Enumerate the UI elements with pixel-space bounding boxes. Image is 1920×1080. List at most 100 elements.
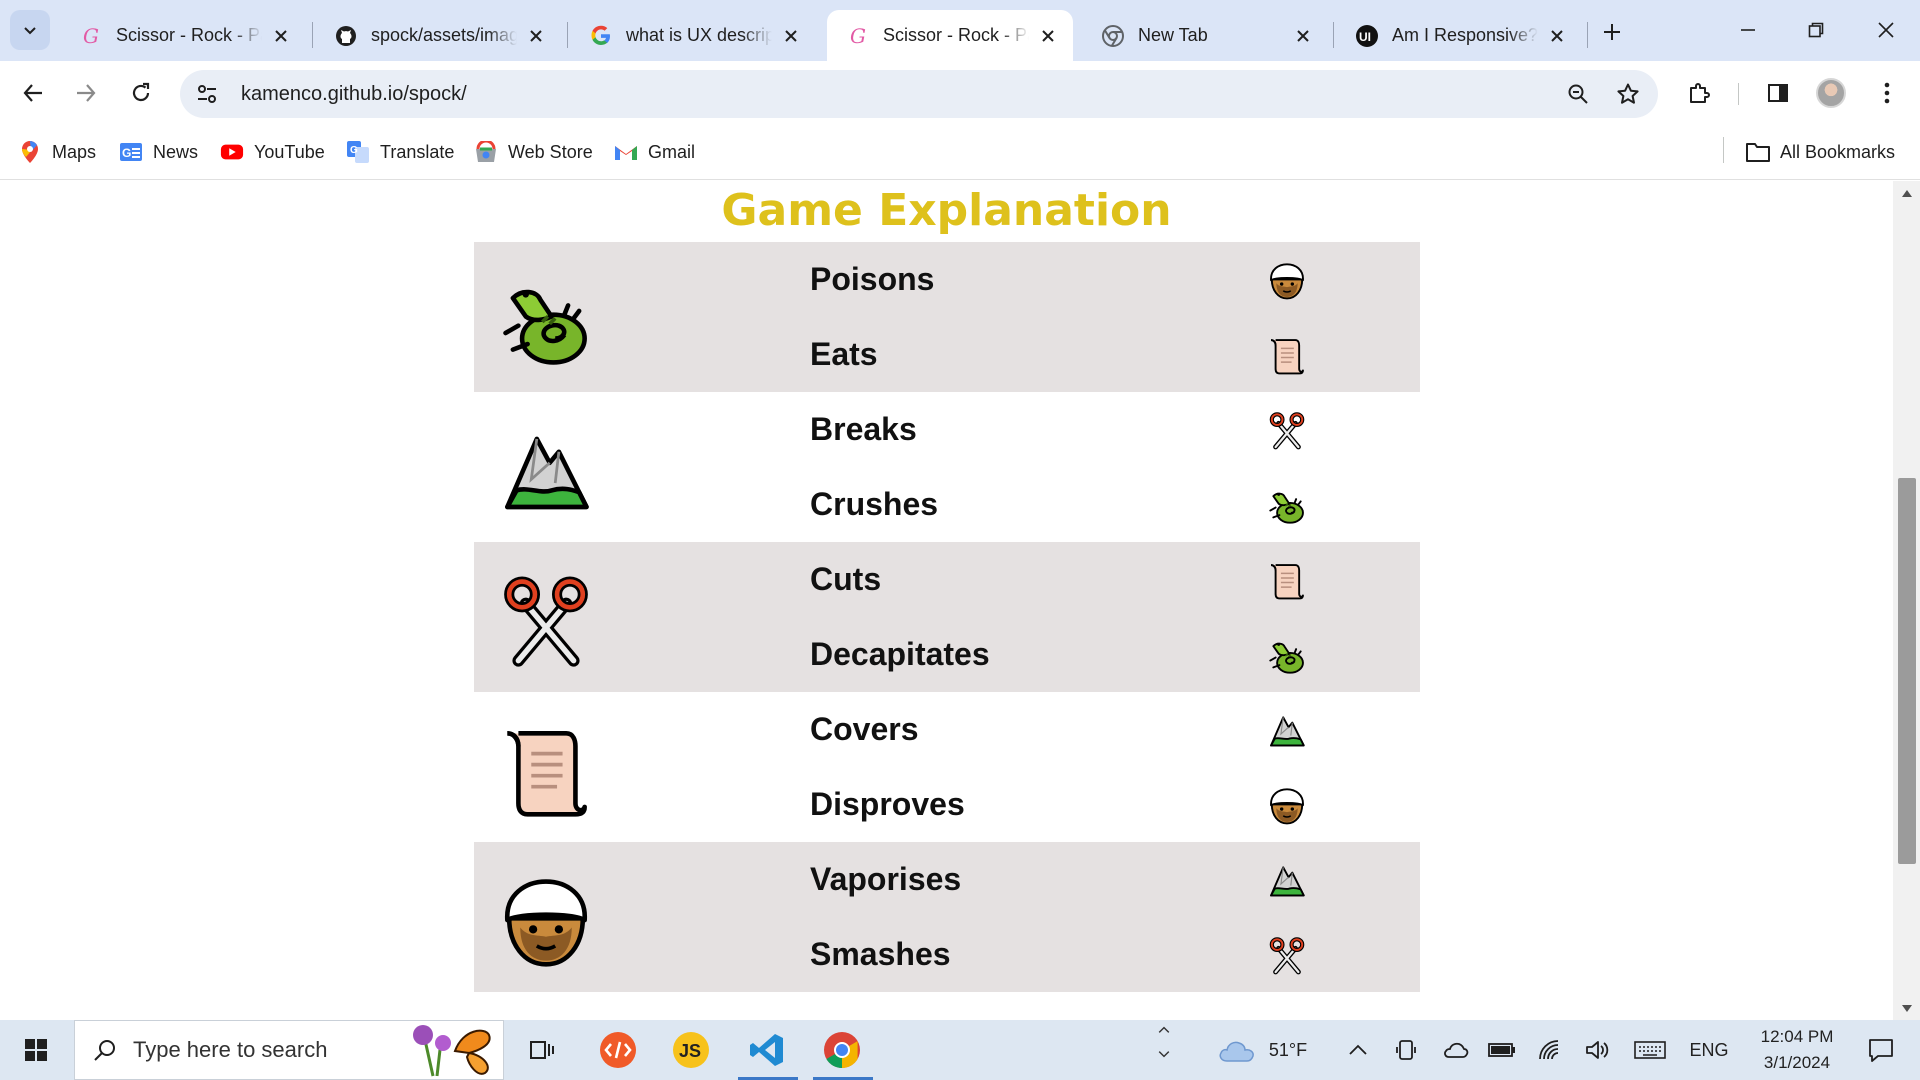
- side-panel-button[interactable]: [1758, 73, 1798, 113]
- show-hidden-icons-button[interactable]: [1344, 1034, 1372, 1066]
- browser-tab[interactable]: spock/assets/images: [315, 10, 561, 61]
- address-bar[interactable]: kamenco.github.io/spock/: [180, 70, 1658, 118]
- vscode-button[interactable]: [742, 1028, 792, 1072]
- close-icon[interactable]: [270, 25, 292, 47]
- bookmark-label: Translate: [380, 141, 455, 162]
- kebab-menu-icon: [1884, 82, 1890, 104]
- vscode-icon: [750, 1034, 783, 1066]
- gradient-g-favicon-icon: G: [847, 25, 869, 47]
- close-icon[interactable]: [780, 25, 802, 47]
- all-bookmarks-button[interactable]: All Bookmarks: [1746, 138, 1895, 166]
- device-icon: [1396, 1040, 1416, 1060]
- taskbar-search-box[interactable]: Type here to search: [74, 1020, 504, 1080]
- code-editor-icon: [600, 1032, 636, 1068]
- toolbar-separator: [1738, 83, 1739, 105]
- bookmark-webstore[interactable]: Web Store: [474, 138, 593, 166]
- touch-keyboard-tray[interactable]: [1632, 1034, 1668, 1066]
- zoom-icon: [1568, 84, 1588, 104]
- restore-button[interactable]: [1782, 0, 1850, 60]
- close-icon[interactable]: [1037, 25, 1059, 47]
- game-explanation-table: Poisons Eats Breaks Crushes Cuts Decapit…: [474, 242, 1420, 992]
- task-view-button[interactable]: [520, 1028, 564, 1072]
- wifi-tray[interactable]: [1534, 1034, 1566, 1066]
- arrow-right-icon: [77, 84, 96, 102]
- side-panel-icon: [1768, 84, 1788, 102]
- scroll-down-arrow-icon[interactable]: [1901, 1003, 1913, 1015]
- volume-tray[interactable]: [1582, 1034, 1614, 1066]
- spock-icon: [1268, 262, 1306, 300]
- close-icon[interactable]: [1546, 25, 1568, 47]
- js-app-button[interactable]: JS: [667, 1028, 715, 1072]
- notification-icon: [1869, 1039, 1893, 1062]
- restore-icon: [1808, 22, 1824, 38]
- close-icon[interactable]: [525, 25, 547, 47]
- url-text[interactable]: kamenco.github.io/spock/: [241, 83, 1558, 106]
- minimize-button[interactable]: [1714, 0, 1782, 60]
- site-info-button[interactable]: [185, 72, 229, 116]
- table-row: Vaporises Smashes: [474, 842, 1420, 992]
- browser-tab[interactable]: UI Am I Responsive?: [1336, 10, 1582, 61]
- browser-tab[interactable]: G Scissor - Rock - Paper: [60, 10, 306, 61]
- action-verb: Disproves: [810, 786, 965, 822]
- bookmark-maps[interactable]: Maps: [18, 138, 96, 166]
- butterfly-thistle-icon: [413, 1025, 491, 1077]
- scrollbar-thumb[interactable]: [1898, 478, 1916, 864]
- notifications-button[interactable]: [1856, 1034, 1906, 1066]
- new-tab-button[interactable]: [1594, 14, 1630, 50]
- profile-avatar[interactable]: [1816, 78, 1846, 108]
- tab-title: Am I Responsive?: [1392, 25, 1538, 45]
- weather-temperature: 51°F: [1268, 1039, 1308, 1060]
- bookmark-star-button[interactable]: [1608, 74, 1648, 114]
- bookmark-youtube[interactable]: YouTube: [220, 138, 325, 166]
- gradient-g-favicon-icon: G: [80, 25, 102, 47]
- menu-button[interactable]: [1867, 73, 1907, 113]
- onedrive-tray[interactable]: [1440, 1034, 1472, 1066]
- action-verb: Crushes: [810, 486, 939, 522]
- github-icon: [335, 25, 357, 47]
- scroll-up-arrow-icon[interactable]: [1901, 187, 1913, 199]
- bookmark-news[interactable]: G News: [119, 138, 198, 166]
- bookmarks-separator: [1723, 137, 1724, 163]
- taskbar-clock[interactable]: 12:04 PM 3/1/2024: [1742, 1024, 1852, 1076]
- chevron-up-icon: [1349, 1044, 1367, 1055]
- lizard-icon: [1268, 637, 1306, 675]
- ui-icon: UI: [1356, 24, 1378, 47]
- tab-search-button[interactable]: [10, 10, 50, 50]
- browser-tab[interactable]: what is UX description: [570, 10, 816, 61]
- chevron-down-icon: [24, 27, 36, 35]
- scissors-icon: [500, 576, 592, 668]
- chrome-taskbar-button[interactable]: [817, 1028, 867, 1072]
- battery-tray[interactable]: [1486, 1034, 1518, 1066]
- bookmark-translate[interactable]: G Translate: [346, 138, 454, 166]
- browser-tab-active[interactable]: G Scissor - Rock - Paper: [827, 10, 1073, 61]
- translate-icon: G: [346, 140, 370, 164]
- clock-date: 3/1/2024: [1763, 1053, 1831, 1072]
- input-language[interactable]: ENG: [1684, 1034, 1734, 1066]
- svg-text:G: G: [350, 145, 358, 156]
- table-row: Breaks Crushes: [474, 392, 1420, 542]
- news-icon: G: [119, 140, 143, 164]
- battery-icon: [1488, 1043, 1515, 1057]
- bookmark-label: Gmail: [648, 141, 696, 162]
- back-button[interactable]: [13, 73, 53, 113]
- zoom-button[interactable]: [1558, 74, 1598, 114]
- forward-button[interactable]: [66, 73, 106, 113]
- browser-tab[interactable]: New Tab: [1082, 10, 1328, 61]
- start-button[interactable]: [14, 1028, 58, 1072]
- close-window-button[interactable]: [1852, 0, 1920, 60]
- bookmark-gmail[interactable]: Gmail: [614, 138, 695, 166]
- code-editor-button[interactable]: [594, 1028, 642, 1072]
- bookmarks-bar: Maps G News YouTube G Translate Web Stor…: [0, 126, 1920, 180]
- onedrive-cloud-icon: [1444, 1042, 1469, 1058]
- extensions-button[interactable]: [1679, 73, 1719, 113]
- taskbar-scroll-arrows[interactable]: [1150, 1026, 1178, 1058]
- gmail-icon: [614, 140, 638, 164]
- action-verb: Vaporises: [810, 861, 962, 897]
- reload-button[interactable]: [121, 73, 161, 113]
- meet-now-tray[interactable]: [1392, 1034, 1420, 1066]
- close-icon[interactable]: [1292, 25, 1314, 47]
- tab-title: spock/assets/images: [371, 25, 517, 45]
- weather-widget[interactable]: 51°F: [1212, 1034, 1312, 1066]
- close-icon: [1878, 22, 1894, 38]
- page-scrollbar[interactable]: [1893, 181, 1920, 1020]
